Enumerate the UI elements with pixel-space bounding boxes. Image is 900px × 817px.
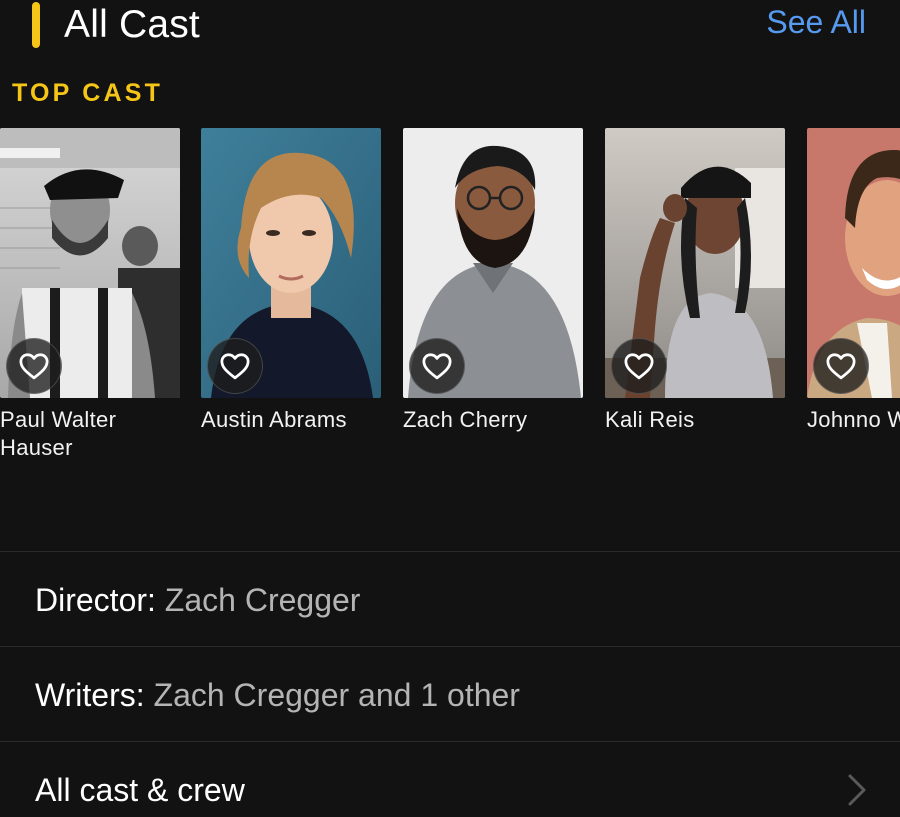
director-label: Director: [35,582,156,618]
all-cast-crew-row[interactable]: All cast & crew [0,742,900,817]
cast-section: All Cast See All TOP CAST Paul Walter Ha… [0,0,900,817]
cast-card[interactable]: Austin Abrams [201,128,381,434]
cast-photo[interactable] [807,128,900,398]
heart-icon [826,353,856,380]
favorite-button[interactable] [409,338,465,394]
cast-card[interactable]: Zach Cherry [403,128,583,434]
cast-card[interactable]: Kali Reis [605,128,785,434]
cast-name[interactable]: Kali Reis [605,406,785,434]
cast-photo[interactable] [0,128,180,398]
section-title: All Cast [64,3,200,46]
cast-name[interactable]: Austin Abrams [201,406,381,434]
favorite-button[interactable] [611,338,667,394]
favorite-button[interactable] [207,338,263,394]
favorite-button[interactable] [813,338,869,394]
cast-name[interactable]: Zach Cherry [403,406,583,434]
favorite-button[interactable] [6,338,62,394]
chevron-right-icon[interactable] [842,770,870,810]
heart-icon [220,353,250,380]
writers-label: Writers: [35,677,145,713]
cast-name[interactable]: Johnno Wilson [807,406,900,434]
heart-icon [19,353,49,380]
writers-names[interactable]: Zach Cregger and 1 other [154,677,520,713]
cast-photo[interactable] [201,128,381,398]
top-cast-label: TOP CAST [12,79,164,107]
director-name[interactable]: Zach Cregger [165,582,361,618]
all-cast-crew-label[interactable]: All cast & crew [35,772,245,808]
heart-icon [422,353,452,380]
heart-icon [624,353,654,380]
director-row[interactable]: Director: Zach Cregger [0,552,900,646]
cast-card[interactable]: Paul Walter Hauser [0,128,180,462]
cast-name[interactable]: Paul Walter Hauser [0,406,180,462]
see-all-link[interactable]: See All [766,0,866,44]
cast-photo[interactable] [605,128,785,398]
writers-row[interactable]: Writers: Zach Cregger and 1 other [0,647,900,741]
cast-card[interactable]: Johnno Wilson [807,128,900,434]
cast-photo[interactable] [403,128,583,398]
accent-bar [32,2,40,48]
cast-carousel[interactable]: Paul Walter Hauser Austin Abrams Zach Ch… [0,128,900,468]
section-header: All Cast See All [0,0,900,60]
